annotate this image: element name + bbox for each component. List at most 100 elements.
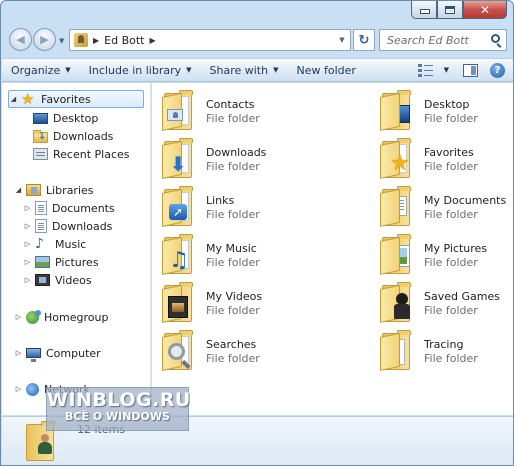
videos-folder-icon <box>162 282 194 323</box>
expand-arrow-icon[interactable]: ▷ <box>14 349 23 357</box>
folder-name: My Music <box>206 242 257 255</box>
folder-tracing[interactable]: Tracing File folder <box>380 330 513 377</box>
expand-arrow-icon[interactable]: ▷ <box>23 204 32 212</box>
back-button[interactable]: ◀ <box>9 28 32 51</box>
folder-links[interactable]: ➚ Links File folder <box>162 186 337 233</box>
collapse-arrow-icon[interactable]: ◢ <box>14 186 23 194</box>
network-icon <box>26 382 39 396</box>
recent-places-icon <box>33 148 48 160</box>
share-with-button[interactable]: Share with ▼ <box>201 59 288 81</box>
folder-name: Saved Games <box>424 290 500 303</box>
close-button[interactable]: ✕ <box>463 1 507 19</box>
address-dropdown-icon[interactable]: ▼ <box>334 36 350 44</box>
nav-libraries-music[interactable]: ▷ ♪ Music <box>23 235 87 253</box>
folder-type: File folder <box>206 208 260 221</box>
nav-libraries-pictures[interactable]: ▷ Pictures <box>23 253 99 271</box>
preview-pane-icon[interactable] <box>463 63 478 77</box>
desktop-icon <box>33 113 48 124</box>
breadcrumb-ed-bott[interactable]: Ed Bott <box>104 34 144 47</box>
file-list: Contacts File folder Desktop File folder… <box>152 83 513 415</box>
expand-arrow-icon[interactable]: ▷ <box>23 222 32 230</box>
videos-icon <box>35 274 50 286</box>
address-bar[interactable]: ▶ Ed Bott ▶ ▼ <box>69 29 351 51</box>
forward-button[interactable]: ▶ <box>33 28 56 51</box>
folder-desktop[interactable]: Desktop File folder <box>380 90 513 137</box>
nav-libraries[interactable]: ◢ Libraries <box>14 181 94 199</box>
expand-arrow-icon[interactable]: ▷ <box>23 240 32 248</box>
chevron-down-icon: ▼ <box>273 66 279 74</box>
folder-searches[interactable]: Searches File folder <box>162 330 337 377</box>
nav-item-label: Music <box>55 237 87 251</box>
maximize-button[interactable] <box>437 1 463 19</box>
nav-computer[interactable]: ▷ Computer <box>14 344 101 362</box>
folder-my-videos[interactable]: My Videos File folder <box>162 282 337 329</box>
expand-arrow-icon[interactable]: ▷ <box>14 385 23 393</box>
search-input[interactable] <box>387 33 487 47</box>
user-icon <box>38 434 52 454</box>
minimize-button[interactable] <box>411 1 437 19</box>
nav-homegroup[interactable]: ▷ Homegroup <box>14 308 108 326</box>
expand-arrow-icon[interactable]: ▷ <box>23 258 32 266</box>
nav-item-label: Desktop <box>53 111 99 125</box>
documents-icon <box>35 201 47 215</box>
organize-label: Organize <box>11 63 61 77</box>
folder-name: My Pictures <box>424 242 488 255</box>
breadcrumb-chevron-icon[interactable]: ▶ <box>150 36 156 45</box>
nav-favorites[interactable]: ◢ ★ Favorites <box>8 90 144 108</box>
nav-favorites-recent-places[interactable]: Recent Places <box>33 145 130 163</box>
downloads-folder-icon: ⬇ <box>162 138 194 179</box>
folder-my-documents[interactable]: My Documents File folder <box>380 186 513 233</box>
folder-type: File folder <box>206 160 260 173</box>
toolbar-right: ▼ ? <box>414 62 513 78</box>
folder-type: File folder <box>424 256 478 269</box>
nav-libraries-videos[interactable]: ▷ Videos <box>23 271 92 289</box>
computer-icon <box>26 348 41 362</box>
minimize-icon <box>419 6 430 14</box>
include-in-library-label: Include in library <box>88 63 182 77</box>
collapse-arrow-icon[interactable]: ◢ <box>9 95 18 103</box>
navigation-bar: ◀ ▶ ▼ ▶ Ed Bott ▶ ▼ ↻ <box>1 23 513 55</box>
nav-libraries-label: Libraries <box>46 183 94 197</box>
search-box[interactable] <box>379 29 507 51</box>
music-note-icon: ♪ <box>35 236 44 252</box>
share-with-label: Share with <box>209 63 269 77</box>
folder-name: My Documents <box>424 194 507 207</box>
forward-arrow-icon: ▶ <box>40 33 49 46</box>
recent-pages-dropdown-icon[interactable]: ▼ <box>59 37 64 45</box>
homegroup-icon <box>26 309 41 324</box>
expand-arrow-icon[interactable]: ▷ <box>23 276 32 284</box>
expand-arrow-icon[interactable]: ▷ <box>14 313 23 321</box>
folder-favorites[interactable]: ★ Favorites File folder <box>380 138 513 185</box>
change-view-icon[interactable] <box>417 63 434 77</box>
nav-item-label: Videos <box>55 273 92 287</box>
user-folder-icon <box>74 33 88 47</box>
search-icon[interactable] <box>491 34 500 43</box>
nav-computer-label: Computer <box>46 346 101 360</box>
nav-item-label: Pictures <box>55 255 99 269</box>
downloads-library-icon <box>35 219 47 233</box>
organize-button[interactable]: Organize ▼ <box>2 59 80 81</box>
nav-libraries-downloads[interactable]: ▷ Downloads <box>23 217 112 235</box>
nav-item-label: Downloads <box>53 129 114 143</box>
nav-favorites-downloads[interactable]: Downloads <box>33 127 113 145</box>
links-folder-icon: ➚ <box>162 186 194 227</box>
folder-my-pictures[interactable]: My Pictures File folder <box>380 234 513 281</box>
nav-favorites-desktop[interactable]: Desktop <box>33 109 98 127</box>
new-folder-button[interactable]: New folder <box>287 59 364 81</box>
refresh-button[interactable]: ↻ <box>353 29 375 51</box>
include-in-library-button[interactable]: Include in library ▼ <box>80 59 201 81</box>
folder-downloads[interactable]: ⬇ Downloads File folder <box>162 138 337 185</box>
nav-libraries-documents[interactable]: ▷ Documents <box>23 199 115 217</box>
view-options-dropdown-icon[interactable]: ▼ <box>444 66 449 74</box>
nav-favorites-label: Favorites <box>41 92 91 106</box>
breadcrumb-chevron-icon[interactable]: ▶ <box>93 36 99 45</box>
maximize-icon <box>445 5 455 14</box>
desktop-folder-icon <box>380 90 412 131</box>
folder-name: Searches <box>206 338 257 351</box>
folder-name: Favorites <box>424 146 474 159</box>
folder-contacts[interactable]: Contacts File folder <box>162 90 337 137</box>
folder-saved-games[interactable]: Saved Games File folder <box>380 282 513 329</box>
folder-my-music[interactable]: ♫ My Music File folder <box>162 234 337 281</box>
pictures-icon <box>35 256 50 268</box>
help-icon[interactable]: ? <box>490 62 505 78</box>
